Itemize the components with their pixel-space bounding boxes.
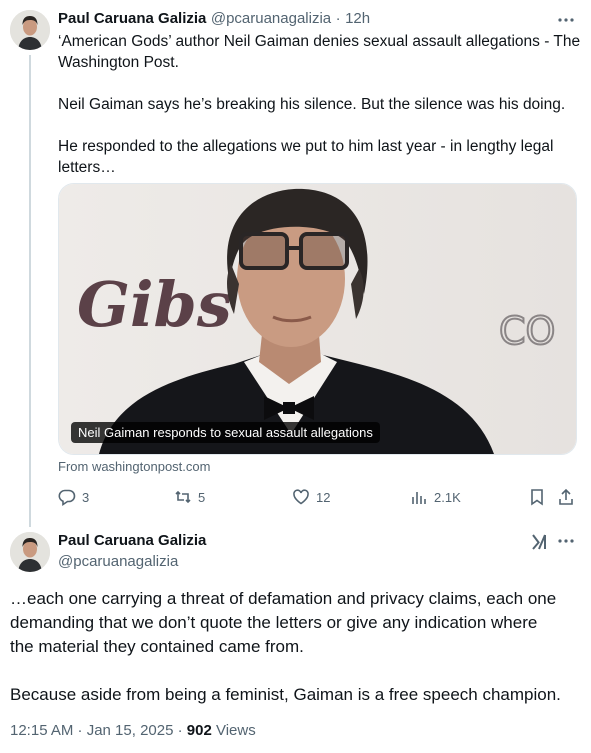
tweet-line: letters… [58,159,116,176]
author-avatar[interactable] [10,10,50,50]
reply-icon [58,489,76,506]
tweet-time[interactable]: 12h [345,10,370,27]
views-label: Views [211,722,256,739]
author-handle[interactable]: @pcaruanagalizia [211,10,331,27]
more-horizontal-icon[interactable] [556,10,576,30]
share-action[interactable] [557,488,575,506]
tweet-timestamp[interactable]: 12:15 AM · Jan 15, 2025 · 902 Views [10,722,256,739]
tweet-line: Washington Post. [58,54,179,71]
more-horizontal-icon[interactable] [556,531,576,551]
reply-count: 3 [82,489,90,505]
grok-icon[interactable] [531,533,549,551]
avatar-portrait [10,10,50,50]
tweet-line: the material they contained came from. [10,637,304,656]
tweet-line: Neil Gaiman says he’s breaking his silen… [58,96,566,113]
bookmark-action[interactable] [528,488,546,506]
card-caption: Neil Gaiman responds to sexual assault a… [71,422,380,443]
reply-action[interactable]: 3 [58,488,89,506]
heart-icon [293,489,309,505]
views-count: 2.1K [434,489,461,505]
tweet-line: …each one carrying a threat of defamatio… [10,589,557,608]
tweet-line: He responded to the allegations we put t… [58,138,554,155]
repost-count: 5 [198,489,206,505]
author-handle[interactable]: @pcaruanagalizia [58,553,178,570]
author-avatar[interactable] [10,532,50,572]
views-action[interactable]: 2.1K [410,488,461,506]
backdrop-logo-left: Gibs [77,268,232,341]
repost-action[interactable]: 5 [174,488,205,506]
timestamp-text: 12:15 AM · Jan 15, 2025 · [10,722,187,739]
tweet-header: Paul Caruana Galizia @pcaruanagalizia · … [58,10,370,28]
card-source[interactable]: From washingtonpost.com [58,459,210,474]
tweet-line: ‘American Gods’ author Neil Gaiman denie… [58,33,581,50]
link-card-image[interactable]: Gibs CO Neil Gaiman responds to sexual a… [58,183,577,455]
author-name[interactable]: Paul Caruana Galizia [58,532,206,549]
repost-icon [175,490,191,504]
tweet-text: …each one carrying a threat of defamatio… [10,587,585,707]
share-icon [559,488,573,505]
article-photo: Gibs CO [59,184,576,454]
dot-separator: · [335,10,341,27]
like-action[interactable]: 12 [292,488,330,506]
author-name[interactable]: Paul Caruana Galizia [58,10,206,27]
tweet-text: ‘American Gods’ author Neil Gaiman denie… [58,31,583,178]
like-count: 12 [316,489,331,505]
views-number: 902 [186,722,212,739]
tweet-line: demanding that we don’t quote the letter… [10,613,538,632]
analytics-icon [412,492,426,504]
backdrop-logo-right: CO [499,309,555,353]
bookmark-icon [531,489,543,506]
thread-connector-line [29,55,31,527]
tweet-line: Because aside from being a feminist, Gai… [10,685,561,704]
avatar-portrait [10,532,50,572]
